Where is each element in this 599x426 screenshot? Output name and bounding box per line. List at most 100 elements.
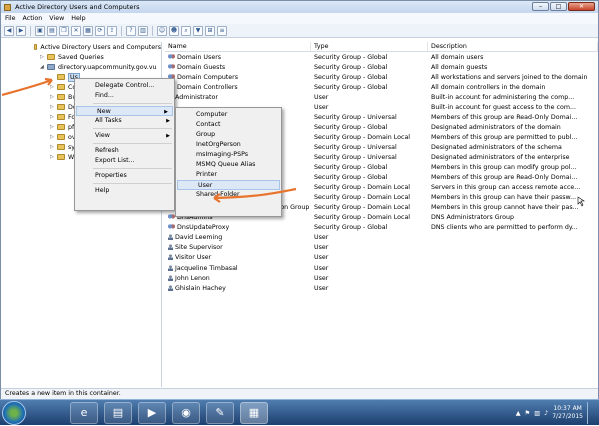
users-icon[interactable]: ☺: [157, 25, 167, 36]
submenu-item-msmq-queue-alias[interactable]: MSMQ Queue Alias: [176, 160, 281, 170]
table-row[interactable]: Domain Guests Security Group - Global All …: [165, 62, 598, 72]
row-type: Security Group - Universal: [314, 113, 397, 121]
expand-icon[interactable]: ▷: [50, 154, 55, 160]
menu-action[interactable]: Action: [23, 15, 43, 22]
menu-item-help[interactable]: Help: [75, 186, 174, 196]
folder-icon: [57, 144, 65, 150]
group-icon: [168, 224, 175, 231]
sort-icon[interactable]: ≡: [217, 25, 227, 36]
row-type: Security Group - Domain Local: [314, 214, 411, 222]
volume-icon[interactable]: ♪: [544, 410, 548, 417]
add-to-group-icon[interactable]: ⊞: [205, 25, 215, 36]
tree-saved-queries[interactable]: ▷ Saved Queries: [34, 52, 161, 62]
expand-icon[interactable]: ▷: [50, 84, 55, 90]
row-name: Jacqueline Timbasal: [165, 264, 311, 272]
submenu-item-inetorgperson[interactable]: InetOrgPerson: [176, 140, 281, 150]
table-row[interactable]: DnsUpdateProxy Security Group - Global DNS…: [165, 223, 598, 233]
expand-icon[interactable]: ▷: [50, 144, 55, 150]
table-row[interactable]: Site Supervisor User: [165, 243, 598, 253]
properties-icon[interactable]: ▦: [83, 25, 93, 36]
table-row[interactable]: Administrator User Built-in account for ad…: [165, 92, 598, 102]
table-row[interactable]: Domain Users Security Group - Global All d…: [165, 52, 598, 62]
table-row[interactable]: Domain Controllers Security Group - Globa…: [165, 82, 598, 92]
submenu-item-contact[interactable]: Contact: [176, 120, 281, 130]
tray-expand-icon[interactable]: ▲: [516, 410, 521, 417]
column-description[interactable]: Description: [428, 42, 598, 51]
tree-root[interactable]: Active Directory Users and Computers: [34, 42, 161, 52]
menu-separator: [93, 168, 172, 169]
group-icon[interactable]: ☻: [169, 25, 179, 36]
submenu-item-computer[interactable]: Computer: [176, 110, 281, 120]
row-type: Security Group - Universal: [314, 153, 397, 161]
expand-icon[interactable]: ▷: [50, 94, 55, 100]
menu-help[interactable]: Help: [71, 15, 85, 22]
menu-item-export-list[interactable]: Export List...: [75, 156, 174, 166]
maximize-button[interactable]: □: [550, 2, 567, 11]
menu-item-delegate-control[interactable]: Delegate Control...: [75, 81, 174, 91]
table-row[interactable]: Visitor User User: [165, 253, 598, 263]
console-tree-icon[interactable]: ▤: [47, 25, 57, 36]
help-icon[interactable]: ?: [126, 25, 136, 36]
menu-item-new[interactable]: New ▶: [76, 106, 173, 116]
tree-domain[interactable]: ◢ directory.uapcommunity.gov.vu: [34, 62, 161, 72]
row-type: User: [314, 244, 329, 252]
menu-item-all-tasks-label: All Tasks: [95, 117, 122, 124]
submenu-item-msimaging-psps[interactable]: msImaging-PSPs: [176, 150, 281, 160]
expand-icon[interactable]: ▷: [50, 124, 55, 130]
expand-icon[interactable]: ▷: [50, 114, 55, 120]
refresh-icon[interactable]: ⟳: [95, 25, 105, 36]
submenu-item-printer[interactable]: Printer: [176, 170, 281, 180]
flag-icon[interactable]: ⚑: [525, 410, 531, 417]
table-row[interactable]: Jacqueline Timbasal User: [165, 263, 598, 273]
folder-icon: [57, 104, 65, 110]
expand-icon[interactable]: ▷: [40, 54, 45, 60]
network-icon[interactable]: ▥: [534, 410, 540, 417]
column-type[interactable]: Type: [311, 42, 428, 51]
menu-view[interactable]: View: [49, 15, 64, 22]
row-name: Visitor User: [165, 254, 311, 261]
forward-icon[interactable]: ▶: [16, 25, 26, 36]
table-row[interactable]: Domain Computers Security Group - Global A…: [165, 72, 598, 82]
menu-item-view[interactable]: View ▶: [75, 131, 174, 141]
notes-taskbar-icon[interactable]: ✎: [206, 402, 234, 424]
expand-icon[interactable]: ▷: [50, 134, 55, 140]
menu-item-all-tasks[interactable]: All Tasks ▶: [75, 116, 174, 126]
menu-item-view-label: View: [95, 132, 110, 139]
menu-file[interactable]: File: [5, 15, 16, 22]
menu-item-properties[interactable]: Properties: [75, 171, 174, 181]
row-type: Security Group - Global: [314, 73, 388, 81]
firefox-taskbar-icon[interactable]: ◉: [172, 402, 200, 424]
view-icon[interactable]: ▥: [138, 25, 148, 36]
collapse-icon[interactable]: ◢: [40, 64, 45, 70]
start-button[interactable]: [2, 401, 26, 425]
close-button[interactable]: ✕: [568, 2, 595, 11]
copy-icon[interactable]: ❐: [59, 25, 69, 36]
back-icon[interactable]: ◀: [4, 25, 14, 36]
menu-item-refresh[interactable]: Refresh: [75, 146, 174, 156]
table-row[interactable]: David Leeming User: [165, 233, 598, 243]
minimize-button[interactable]: –: [532, 2, 549, 11]
show-desktop-button[interactable]: [587, 402, 593, 424]
export-icon[interactable]: ⇪: [107, 25, 117, 36]
clock[interactable]: 10:37 AM 7/27/2015: [552, 405, 583, 421]
submenu-item-group[interactable]: Group: [176, 130, 281, 140]
submenu-item-user[interactable]: User: [177, 180, 280, 190]
filter-icon[interactable]: ▼: [193, 25, 203, 36]
title-bar[interactable]: Active Directory Users and Computers – □…: [1, 1, 598, 13]
row-type: User: [314, 274, 329, 282]
adu-taskbar-icon[interactable]: ▦: [240, 402, 268, 424]
table-row[interactable]: John Lenon User: [165, 273, 598, 283]
user-icon: [168, 274, 173, 281]
expand-icon[interactable]: ▷: [50, 104, 55, 110]
ie-taskbar-icon[interactable]: e: [70, 402, 98, 424]
column-name[interactable]: Name: [165, 42, 311, 51]
menu-item-find[interactable]: Find...: [75, 91, 174, 101]
table-row[interactable]: Ghislain Hachey User: [165, 283, 598, 293]
delete-icon[interactable]: ✕: [71, 25, 81, 36]
up-icon[interactable]: ▣: [35, 25, 45, 36]
media-player-taskbar-icon[interactable]: ▶: [138, 402, 166, 424]
row-type: Security Group - Domain Local: [314, 194, 411, 202]
find-icon[interactable]: ⌕: [181, 25, 191, 36]
submenu-item-shared-folder[interactable]: Shared Folder: [176, 190, 281, 200]
explorer-taskbar-icon[interactable]: ▤: [104, 402, 132, 424]
